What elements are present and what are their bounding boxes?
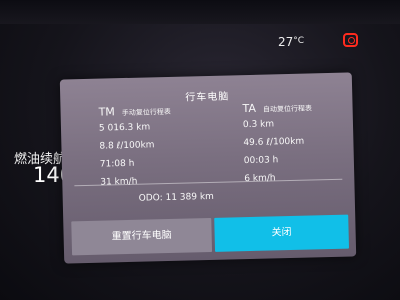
reset-trip-computer-button[interactable]: 重置行车电脑 [71,217,213,256]
outside-temperature: 27°C [278,35,304,49]
ta-name: 自动复位行程表 [262,104,313,114]
odometer-readout: ODO: 11 389 km [138,191,215,204]
tm-name: 手动复位行程表 [121,107,171,118]
temperature-value: 27 [278,35,294,49]
dialog-title: 行车电脑 [185,91,230,104]
tm-code: TM [98,105,115,119]
instrument-cluster-screen: 27°C 燃油续航 140 行车电脑 TM 手动复位行程表 5 016.3 km … [0,0,400,300]
trip-computer-dialog: 行车电脑 TM 手动复位行程表 5 016.3 km 8.8 ℓ/100km 71… [59,72,357,264]
warning-icon [343,33,358,47]
ta-trip-column: TA 自动复位行程表 0.3 km 49.6 ℓ/100km 00:03 h 6 … [242,99,372,188]
top-status-strip [0,0,400,24]
close-button[interactable]: 关闭 [214,214,350,252]
ta-speed: 6 km/h [244,173,276,185]
temperature-unit: °C [293,36,305,46]
ta-code: TA [242,101,257,116]
tm-trip-column: TM 手动复位行程表 5 016.3 km 8.8 ℓ/100km 71:08 h… [98,103,228,192]
